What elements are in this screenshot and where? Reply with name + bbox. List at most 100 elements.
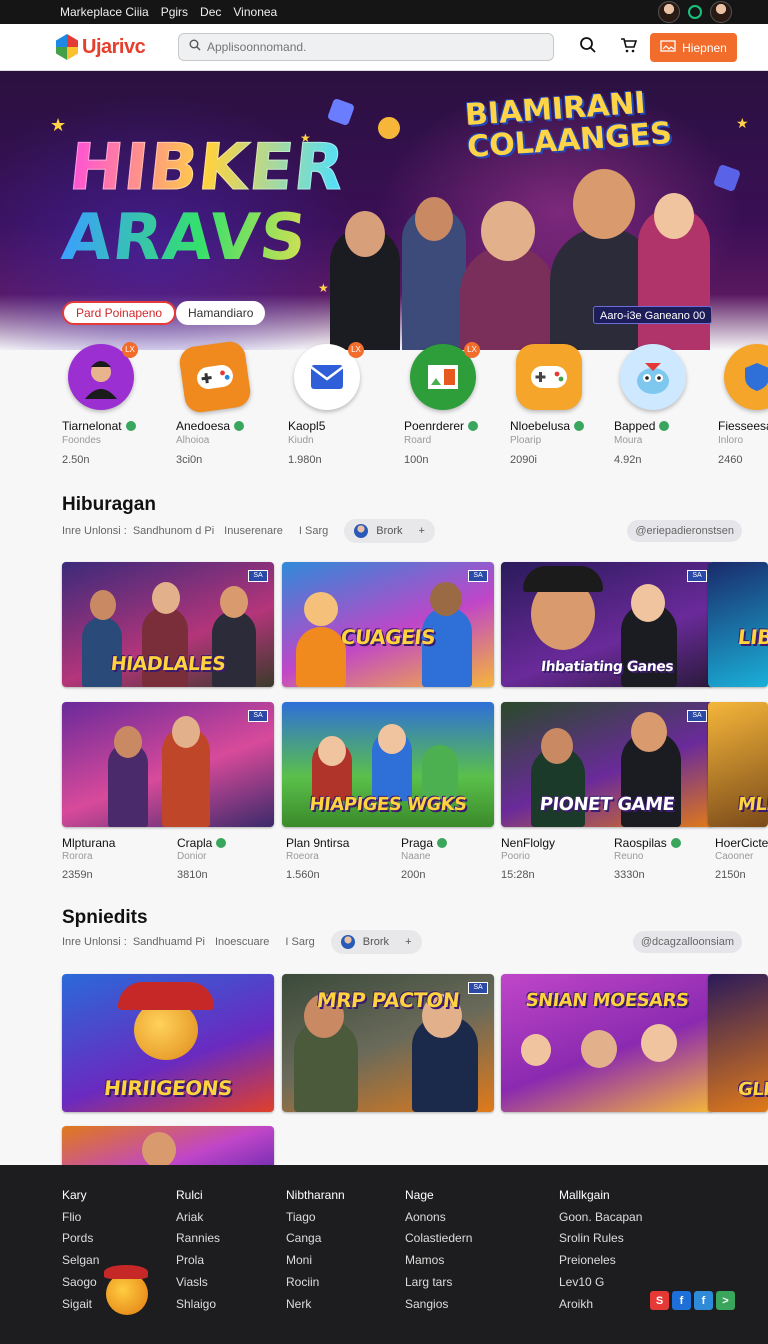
mail-icon: LX — [294, 342, 364, 410]
footer-link[interactable]: Shlaigo — [176, 1294, 220, 1316]
shield-icon — [724, 344, 768, 410]
footer-link[interactable]: Sigait — [62, 1294, 99, 1316]
footer-link[interactable]: Larg tars — [405, 1272, 472, 1294]
footer-link[interactable]: Rannies — [176, 1228, 220, 1250]
footer-heading: Nibtharann — [286, 1188, 345, 1202]
meta-item[interactable]: Praga Naane 200n — [401, 836, 511, 881]
filter-option[interactable]: I Sarg — [285, 936, 314, 948]
game-card[interactable]: GLIG — [708, 974, 768, 1112]
footer-link[interactable]: Pords — [62, 1228, 99, 1250]
user-avatar[interactable] — [658, 1, 680, 23]
browse-pill[interactable]: Brork + — [330, 930, 422, 954]
app-item[interactable]: LX Tiarnelonat Foondes 2.50n — [62, 342, 162, 466]
meta-item[interactable]: Raospilas Reuno 3330n — [614, 836, 724, 881]
game-card[interactable]: SA Ihbatiating Ganes — [501, 562, 713, 687]
top-link-marketplace[interactable]: Markeplace Ciiia — [60, 5, 149, 19]
meta-item[interactable]: Mlpturana Rorora 2359n — [62, 836, 172, 881]
game-card[interactable]: SA CUAGEIS — [282, 562, 494, 687]
app-item[interactable]: LX Poenrderer Roard 100n — [404, 342, 504, 466]
app-item[interactable]: Nloebelusa Ploarip 2090i — [510, 344, 610, 466]
footer-link[interactable]: Ariak — [176, 1207, 220, 1229]
filter-label: Inre Unlonsi : — [62, 525, 127, 537]
facebook-icon[interactable]: f — [672, 1291, 691, 1310]
filter-option[interactable]: Inuserenare — [224, 525, 283, 537]
footer-link[interactable]: Saogo — [62, 1272, 99, 1294]
top-link-vinonea[interactable]: Vinonea — [233, 5, 277, 19]
app-item[interactable]: LX Kaopl5 Kiudn 1.980n — [288, 342, 388, 466]
game-card[interactable]: SA MRP PACTON — [282, 974, 494, 1112]
footer-link[interactable]: Rociin — [286, 1272, 345, 1294]
footer-link[interactable]: Preioneles — [559, 1250, 642, 1272]
play-icon[interactable]: > — [716, 1291, 735, 1310]
game-card[interactable]: LIB — [708, 562, 768, 687]
footer-link[interactable]: Mamos — [405, 1250, 472, 1272]
filter-label: Inre Unlonsi : — [62, 936, 127, 948]
logo-text: Ujarivc — [82, 35, 146, 58]
game-card[interactable]: HIRIIGEONS — [62, 974, 274, 1112]
meta-sub: Naane — [401, 851, 431, 862]
game-card[interactable]: SA PIONET GAME — [501, 702, 713, 827]
footer-link[interactable]: Flio — [62, 1207, 99, 1229]
footer-link[interactable]: Aroikh — [559, 1294, 642, 1316]
app-item[interactable]: Anedoesa Alhoioa 3ci0n — [176, 339, 276, 466]
cta-label: Hiepnen — [682, 40, 727, 55]
footer-link[interactable]: Moni — [286, 1250, 345, 1272]
app-item[interactable]: Fiesseesa Inloro 2460 — [718, 344, 768, 466]
meta-item[interactable]: Plan 9ntirsa Roeora 1.560n — [286, 836, 396, 881]
footer-link[interactable]: Viasls — [176, 1272, 220, 1294]
hero-primary-button[interactable]: Pard Poinapeno — [62, 301, 177, 325]
top-link-pgirs[interactable]: Pgirs — [161, 5, 188, 19]
facebook-icon[interactable]: f — [694, 1291, 713, 1310]
top-link-dec[interactable]: Dec — [200, 5, 221, 19]
footer-link[interactable]: Srolin Rules — [559, 1228, 642, 1250]
filter-option[interactable]: Sandhunom d Pi — [133, 525, 214, 537]
meta-item[interactable]: HoerCicter Caooner 2150n — [715, 836, 768, 881]
section-tag[interactable]: @dcagzalloonsiam — [632, 931, 742, 953]
section2-filter-row: Inre Unlonsi : Sandhuamd Pi Inoescuare I… — [62, 930, 742, 954]
controller-icon — [516, 344, 582, 410]
app-name: Fiesseesa — [718, 419, 768, 433]
footer-link[interactable]: Aonons — [405, 1207, 472, 1229]
search-icon[interactable] — [579, 36, 597, 59]
footer-link[interactable]: Sangios — [405, 1294, 472, 1316]
search-input[interactable] — [207, 40, 537, 54]
filter-option[interactable]: Inoescuare — [215, 936, 269, 948]
game-card-title: MLI — [736, 794, 768, 815]
footer-link[interactable]: Goon. Bacapan — [559, 1207, 642, 1229]
cart-icon[interactable] — [619, 36, 638, 59]
section-tag[interactable]: @eriepadieronstsen — [627, 520, 742, 542]
footer-link[interactable]: Prola — [176, 1250, 220, 1272]
hero-banner[interactable]: ★ ★ ★ ★ HIBKER ARAVS BIAMIRANI COLAANGES… — [0, 71, 768, 350]
hero-secondary-button[interactable]: Hamandiaro — [176, 301, 266, 325]
logo-icon — [56, 34, 78, 60]
meta-item[interactable]: NenFlolgy Poorio 15:28n — [501, 836, 611, 881]
app-category: Roard — [404, 435, 432, 446]
meta-sub: Donior — [177, 851, 207, 862]
region-flag: SA — [687, 570, 707, 582]
footer-column: Nage Aonons Colastiedern Mamos Larg tars… — [405, 1185, 472, 1315]
browse-pill[interactable]: Brork + — [344, 519, 435, 543]
filter-option[interactable]: I Sarg — [299, 525, 328, 537]
site-logo[interactable]: Ujarivc — [56, 34, 146, 60]
app-item[interactable]: Bapped Moura 4.92n — [614, 344, 714, 466]
game-card[interactable]: HIAPIGES WGKS — [282, 702, 494, 827]
footer-link[interactable]: Colastiedern — [405, 1228, 472, 1250]
profile-avatar[interactable] — [710, 1, 732, 23]
filter-option[interactable]: Sandhuamd Pi — [133, 936, 205, 948]
footer-link[interactable]: Canga — [286, 1228, 345, 1250]
mascot-icon — [620, 344, 686, 410]
meta-item[interactable]: Craplа Donior 3810n — [177, 836, 287, 881]
footer-link[interactable]: Selgan — [62, 1250, 99, 1272]
footer-link[interactable]: Lev10 G — [559, 1272, 642, 1294]
footer-link[interactable]: Nerk — [286, 1294, 345, 1316]
search-bar[interactable] — [178, 33, 554, 61]
game-card[interactable]: SNIAN MOESARS — [501, 974, 713, 1112]
game-card[interactable]: SA — [62, 702, 274, 827]
cta-button[interactable]: Hiepnen — [650, 33, 737, 62]
game-card[interactable]: SA HIADLALES — [62, 562, 274, 687]
verified-icon — [234, 421, 245, 431]
footer-heading: Nage — [405, 1188, 434, 1202]
social-s-icon[interactable]: S — [650, 1291, 669, 1310]
footer-link[interactable]: Tiago — [286, 1207, 345, 1229]
game-card[interactable]: MLI — [708, 702, 768, 827]
